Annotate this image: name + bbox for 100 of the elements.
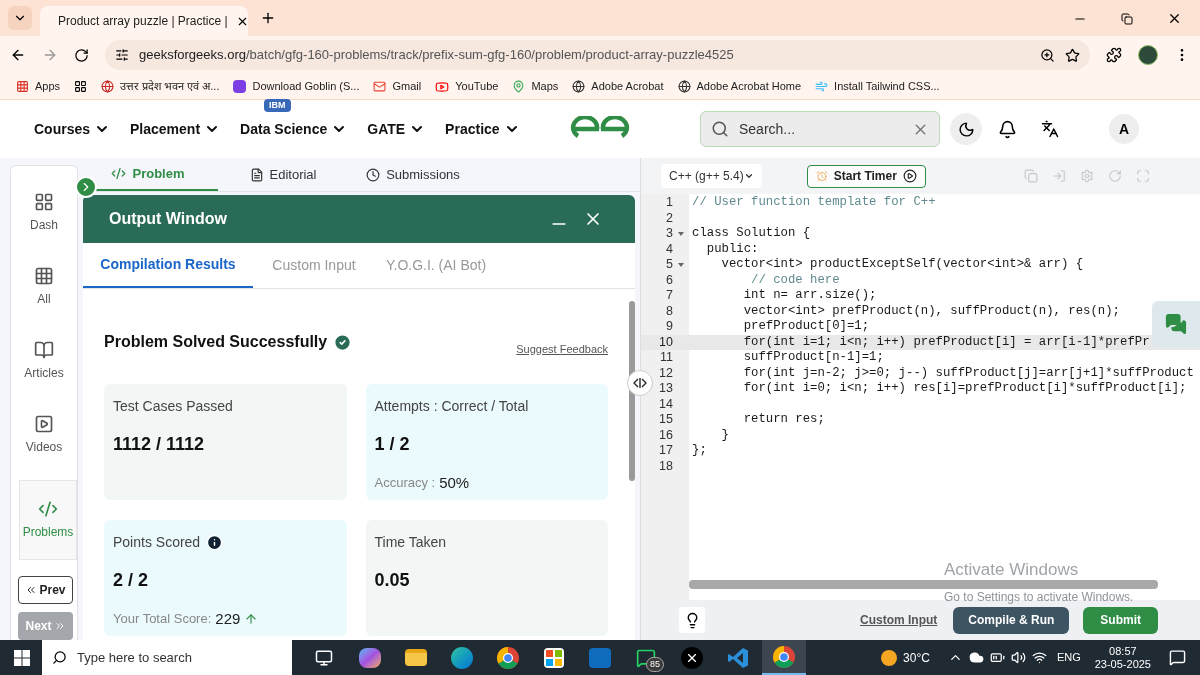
- document-icon: [249, 167, 264, 182]
- code-line: int n= arr.size();: [742, 288, 877, 304]
- line-number: 3: [665, 226, 673, 242]
- profile-avatar[interactable]: [1138, 45, 1158, 65]
- line-number: 5: [665, 257, 673, 273]
- browser-icon[interactable]: [773, 645, 795, 668]
- map-icon: [512, 80, 526, 93]
- address-bar[interactable]: geeksforgeeks.org/batch/gfg-160-problems/track/prefix-sum-gfg-160/problem/product-array-puzzle4525: [105, 40, 1090, 70]
- double-chevron-left-icon: [25, 584, 38, 596]
- tab-groups-icon[interactable]: [74, 80, 88, 93]
- tab-title: Product array puzzle | Practice |: [58, 13, 228, 30]
- bookmark[interactable]: Download Goblin (S...: [233, 78, 360, 95]
- cloud-icon[interactable]: [968, 650, 984, 665]
- feedback-link[interactable]: Suggest Feedback: [516, 341, 608, 358]
- play-icon: [902, 169, 917, 183]
- bookmark[interactable]: Gmail: [373, 78, 422, 95]
- horizontal-scrollbar[interactable]: [689, 580, 1158, 589]
- close-icon[interactable]: [1167, 11, 1182, 26]
- fold-caret-icon[interactable]: [678, 262, 684, 267]
- windows-start-icon[interactable]: [14, 649, 30, 666]
- side-nav-item[interactable]: Videos: [11, 406, 77, 464]
- nav-menu[interactable]: GATE: [367, 118, 426, 140]
- chat-icon[interactable]: [1165, 313, 1187, 335]
- battery-icon[interactable]: [989, 650, 1005, 665]
- stat-title: Test Cases Passed: [113, 396, 233, 416]
- info-icon[interactable]: [206, 533, 224, 551]
- bookmark[interactable]: Adobe Acrobat Home: [677, 78, 802, 95]
- code-line: for(int i=0; i<n; i++) res[i]=prefProduct[i]*suffProduct[i];: [742, 381, 1187, 397]
- browser-icon[interactable]: [497, 646, 519, 669]
- problem-tab[interactable]: Editorial: [218, 158, 348, 191]
- input-language[interactable]: ENG: [1056, 649, 1081, 666]
- side-nav-item[interactable]: Dash: [11, 184, 77, 242]
- store-icon[interactable]: [544, 647, 564, 668]
- bookmark-star-icon[interactable]: [1065, 47, 1080, 63]
- bookmark[interactable]: उत्तर प्रदेश भवन एवं अ...: [101, 78, 220, 95]
- custom-input-link[interactable]: Custom Input: [860, 611, 938, 629]
- nav-menu[interactable]: Practice: [445, 118, 520, 140]
- nav-menu[interactable]: Courses: [34, 118, 111, 140]
- nav-menu[interactable]: Placement: [130, 118, 221, 140]
- site-info-icon[interactable]: [115, 48, 129, 62]
- browser-icon[interactable]: [451, 646, 473, 669]
- notifications-icon[interactable]: [1169, 649, 1186, 666]
- line-number: 12: [658, 365, 673, 381]
- tab-list-button[interactable]: [8, 6, 32, 30]
- compile-run-button[interactable]: Compile & Run: [953, 606, 1070, 634]
- stat-value: 1112 / 1112: [113, 432, 206, 456]
- x-app-icon[interactable]: [681, 646, 703, 669]
- extensions-icon[interactable]: [1106, 47, 1122, 63]
- wifi-icon[interactable]: [1031, 650, 1047, 665]
- grid-icon: [34, 266, 54, 286]
- book-icon: [34, 340, 54, 360]
- side-nav-item[interactable]: All: [11, 258, 77, 316]
- fold-caret-icon[interactable]: [678, 231, 684, 236]
- stat-note-value: 50%: [439, 472, 470, 493]
- bookmark[interactable]: YouTube: [435, 78, 499, 95]
- code-editor-icon[interactable]: [727, 646, 749, 669]
- stat-title: Points Scored: [113, 532, 201, 552]
- output-tab[interactable]: Compilation Results: [83, 243, 253, 288]
- code-line: vector<int> productExceptSelf(vector<int>& arr) {: [720, 257, 1084, 273]
- hint-button[interactable]: [679, 607, 705, 633]
- language-select[interactable]: C++ (g++ 5.4): [661, 164, 762, 188]
- side-nav-item[interactable]: Problems: [19, 480, 77, 560]
- bookmark[interactable]: Install Tailwind CSS...: [815, 78, 940, 95]
- bookmark[interactable]: Maps: [512, 78, 559, 95]
- line-number: 6: [665, 272, 673, 288]
- zoom-icon[interactable]: [1040, 47, 1055, 63]
- submit-button[interactable]: Submit: [1083, 606, 1158, 634]
- volume-icon[interactable]: [1010, 650, 1026, 665]
- user-avatar[interactable]: A: [1109, 114, 1139, 144]
- new-tab-icon[interactable]: [260, 10, 276, 26]
- taskbar-search[interactable]: Type here to search: [42, 640, 292, 675]
- folder-icon[interactable]: [405, 649, 427, 666]
- reload-icon[interactable]: [74, 47, 89, 63]
- restore-icon[interactable]: [1121, 12, 1133, 25]
- side-nav-item[interactable]: Articles: [11, 332, 77, 390]
- clock[interactable]: 08:57 23-05-2025: [1094, 644, 1151, 671]
- back-icon[interactable]: [10, 47, 26, 63]
- browser-tab[interactable]: Product array puzzle | Practice |: [40, 6, 248, 36]
- scrollbar[interactable]: [629, 301, 635, 481]
- bookmark[interactable]: Adobe Acrobat: [572, 78, 664, 95]
- translate-icon[interactable]: [1041, 120, 1059, 138]
- start-timer-button[interactable]: Start Timer: [806, 164, 926, 188]
- search-field[interactable]: Search...: [700, 111, 940, 147]
- mail-app-icon[interactable]: [589, 647, 611, 668]
- problem-tab[interactable]: Submissions: [348, 158, 478, 191]
- prev-button[interactable]: Prev: [18, 576, 73, 604]
- temperature[interactable]: 30°C: [903, 648, 930, 667]
- line-number: 17: [658, 443, 673, 459]
- stat-title: Attempts : Correct / Total: [374, 396, 529, 416]
- search-input[interactable]: Search...: [739, 118, 902, 140]
- task-view-icon[interactable]: [315, 648, 333, 667]
- notification-icon[interactable]: [998, 119, 1017, 139]
- bookmark[interactable]: Apps: [16, 78, 61, 95]
- copilot-icon[interactable]: [359, 647, 381, 668]
- weather-icon[interactable]: [881, 649, 898, 666]
- alarm-icon: [815, 170, 828, 182]
- status-text: Problem Solved Successfully: [104, 332, 328, 353]
- theme-toggle-button[interactable]: [950, 113, 982, 145]
- stat-note-label: Your Total Score:: [113, 610, 212, 628]
- code-icon: [111, 166, 127, 181]
